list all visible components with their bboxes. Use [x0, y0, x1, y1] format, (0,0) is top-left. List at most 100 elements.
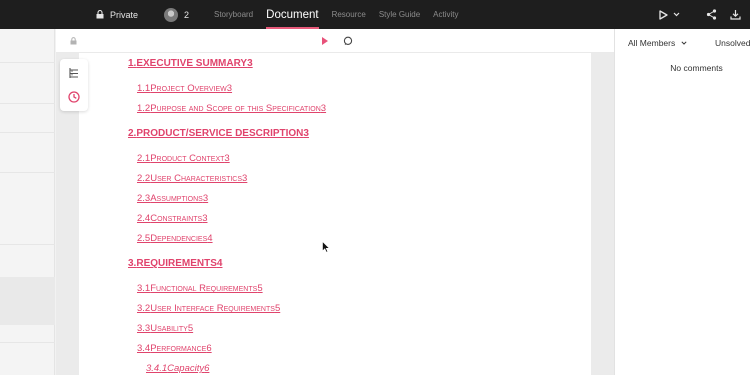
document-area: 1.EXECUTIVE SUMMARY3 1.1Project Overview…: [56, 29, 614, 375]
toc-number: 3.2: [137, 303, 151, 314]
play-icon[interactable]: [322, 37, 328, 45]
comment-icon[interactable]: [343, 36, 353, 46]
toc-number: 3.4: [137, 343, 151, 354]
empty-state-text: No comments: [670, 63, 723, 73]
toc-number: 1.2: [137, 103, 151, 114]
toc-title: User Interface Requirements: [150, 303, 275, 314]
toc-entry[interactable]: 2.1Product Context3: [137, 153, 230, 164]
toc-number: 3.3: [137, 323, 151, 334]
toc-page: 3: [226, 83, 233, 94]
privacy-toggle[interactable]: Private: [96, 0, 138, 29]
toc-entry[interactable]: 2.5Dependencies4: [137, 233, 213, 244]
outline-icon[interactable]: [67, 66, 81, 80]
toc-entry[interactable]: 1.EXECUTIVE SUMMARY3: [128, 58, 253, 69]
toc-number: 2.4: [137, 213, 151, 224]
toc-entry[interactable]: 2.2User Characteristics3: [137, 173, 247, 184]
toc-title: Usability: [150, 323, 188, 334]
toc-entry[interactable]: 3.2User Interface Requirements5: [137, 303, 280, 314]
toc-title: EXECUTIVE SUMMARY: [136, 58, 248, 69]
toc-number: 2.1: [137, 153, 151, 164]
toc-page: 6: [204, 363, 210, 374]
tab-activity[interactable]: Activity: [433, 0, 458, 29]
avatar: [164, 7, 178, 22]
tab-document[interactable]: Document: [266, 0, 319, 29]
toc-number: 2.3: [137, 193, 151, 204]
main-nav: Storyboard Document Resource Style Guide…: [214, 0, 472, 29]
toc-page: 5: [187, 323, 194, 334]
divider: [0, 103, 55, 104]
toc-entry[interactable]: 3.4.1Capacity6: [146, 363, 209, 374]
preview-button[interactable]: [658, 0, 680, 29]
download-icon: [730, 10, 741, 20]
tab-style-guide[interactable]: Style Guide: [379, 0, 420, 29]
toc-page: 3: [202, 213, 208, 224]
mouse-cursor-icon: [322, 241, 330, 253]
download-button[interactable]: [730, 0, 741, 29]
privacy-label: Private: [110, 9, 139, 20]
toc-title: User Characteristics: [150, 173, 243, 184]
toc-title: Capacity: [167, 363, 205, 374]
toc-entry[interactable]: 2.4Constraints3: [137, 213, 208, 224]
toc-entry[interactable]: 1.2Purpose and Scope of this Specificati…: [137, 103, 326, 114]
toc-page: 6: [206, 343, 212, 354]
side-tools: [60, 59, 88, 111]
toc-title: Project Overview: [150, 83, 227, 94]
collaborators-button[interactable]: 2: [164, 0, 189, 29]
toc-title: PRODUCT/SERVICE DESCRIPTION: [136, 128, 304, 139]
history-icon[interactable]: [67, 90, 81, 104]
divider: [0, 62, 55, 63]
chevron-down-icon: [681, 41, 687, 45]
toc-title: REQUIREMENTS: [136, 258, 217, 269]
chevron-down-icon: [673, 12, 680, 17]
toc-page: 3: [242, 173, 248, 184]
tab-resource[interactable]: Resource: [332, 0, 366, 29]
toc-number: 2.2: [137, 173, 151, 184]
divider: [0, 244, 55, 245]
collaborator-count: 2: [184, 9, 190, 20]
play-icon: [659, 9, 668, 20]
toc-number: 3.1: [137, 283, 151, 294]
document-toolbar: [56, 29, 614, 53]
toc-page: 3: [303, 128, 309, 139]
toc-entry[interactable]: 2.3Assumptions3: [137, 193, 208, 204]
toc-title: Constraints: [150, 213, 203, 224]
divider: [0, 172, 55, 173]
toc-title: Dependencies: [150, 233, 208, 244]
toc-entry[interactable]: 3.REQUIREMENTS4: [128, 258, 222, 269]
toc-title: Purpose and Scope of this Specification: [150, 103, 321, 114]
toc-number: 2.5: [137, 233, 151, 244]
toc-number: 1.1: [137, 83, 151, 94]
toc-entry[interactable]: 3.1Functional Requirements5: [137, 283, 263, 294]
top-bar: Private 2 Storyboard Document Resource S…: [0, 0, 750, 29]
toc-page: 5: [274, 303, 281, 314]
member-filter-dropdown[interactable]: All Members: [628, 38, 687, 48]
toc-entry[interactable]: 1.1Project Overview3: [137, 83, 232, 94]
toc-page: 4: [207, 233, 213, 244]
toc-title: Functional Requirements: [150, 283, 258, 294]
toc-page: 3: [202, 193, 209, 204]
comments-panel: All Members Unsolved No comments: [614, 29, 750, 375]
toc-page: 5: [257, 283, 263, 294]
toc-title: Product Context: [150, 153, 225, 164]
toc-number: 3.4.1: [146, 363, 168, 374]
lock-icon: [96, 10, 104, 19]
toc-entry[interactable]: 2.PRODUCT/SERVICE DESCRIPTION3: [128, 128, 309, 139]
left-panel: [0, 29, 55, 375]
lock-icon[interactable]: [70, 37, 77, 45]
status-filter-dropdown[interactable]: Unsolved: [715, 38, 750, 48]
member-filter-label: All Members: [628, 38, 676, 48]
toc-page: 3: [224, 153, 230, 164]
toc-entry[interactable]: 3.3Usability5: [137, 323, 193, 334]
divider: [0, 342, 55, 343]
divider: [0, 132, 55, 133]
tab-storyboard[interactable]: Storyboard: [214, 0, 253, 29]
toc-entry[interactable]: 3.4Performance6: [137, 343, 212, 354]
document-page: 1.EXECUTIVE SUMMARY3 1.1Project Overview…: [79, 53, 591, 375]
toc-page: 4: [216, 258, 223, 269]
share-button[interactable]: [706, 0, 717, 29]
toc-title: Performance: [150, 343, 207, 354]
share-icon: [706, 9, 717, 20]
selected-row: [0, 277, 55, 325]
toc-page: 3: [320, 103, 327, 114]
toc-page: 3: [247, 58, 253, 69]
